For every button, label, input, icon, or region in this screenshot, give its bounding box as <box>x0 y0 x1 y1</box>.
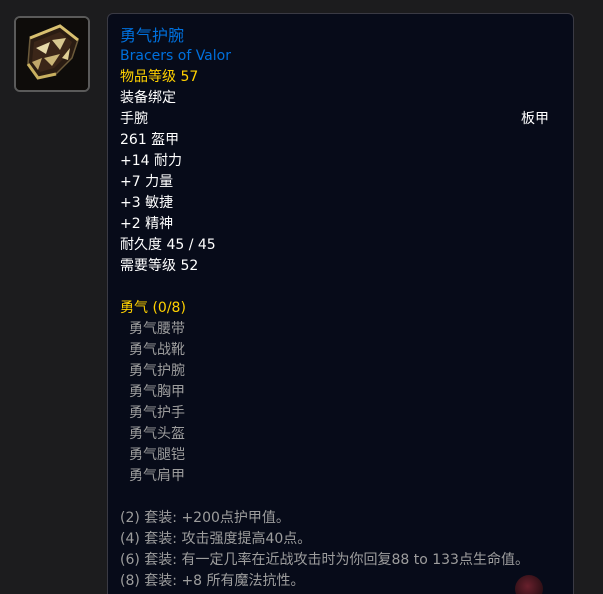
set-piece[interactable]: 勇气头盔 <box>120 424 561 445</box>
set-piece[interactable]: 勇气战靴 <box>120 340 561 361</box>
set-piece[interactable]: 勇气胸甲 <box>120 382 561 403</box>
durability-text: 耐久度 45 / 45 <box>120 237 216 253</box>
set-bonus: (4) 套装: 攻击强度提高40点。 <box>120 531 312 547</box>
armor-value: 261 盔甲 <box>120 132 180 148</box>
required-level-text: 需要等级 52 <box>120 258 199 274</box>
set-piece[interactable]: 勇气护腕 <box>120 361 561 382</box>
item-level: 物品等级 57 <box>120 69 199 85</box>
bracers-of-valor-icon[interactable] <box>14 16 90 92</box>
binding-text: 装备绑定 <box>120 90 176 106</box>
set-bonus: (2) 套装: +200点护甲值。 <box>120 510 290 526</box>
stat-line: +3 敏捷 <box>120 195 174 211</box>
slot-text: 手腕 <box>120 111 148 127</box>
stat-line: +2 精神 <box>120 216 174 232</box>
set-title: 勇气 (0/8) <box>120 300 186 316</box>
set-piece[interactable]: 勇气腿铠 <box>120 445 561 466</box>
item-name: 勇气护腕 <box>120 26 185 45</box>
set-bonus: (8) 套装: +8 所有魔法抗性。 <box>120 573 305 589</box>
armor-type-text: 板甲 <box>521 111 549 127</box>
set-piece[interactable]: 勇气肩甲 <box>120 466 561 487</box>
set-bonus: (6) 套装: 有一定几率在近战攻击时为你回复88 to 133点生命值。 <box>120 552 529 568</box>
item-tooltip: 勇气护腕 Bracers of Valor 物品等级 57 装备绑定 手腕 板甲… <box>107 13 574 594</box>
stat-line: +7 力量 <box>120 174 174 190</box>
page: 勇气护腕 Bracers of Valor 物品等级 57 装备绑定 手腕 板甲… <box>0 0 603 594</box>
stat-line: +14 耐力 <box>120 153 182 169</box>
set-piece[interactable]: 勇气护手 <box>120 403 561 424</box>
set-piece[interactable]: 勇气腰带 <box>120 319 561 340</box>
item-name-english: Bracers of Valor <box>120 48 231 64</box>
slot-row: 手腕 板甲 <box>120 109 561 130</box>
